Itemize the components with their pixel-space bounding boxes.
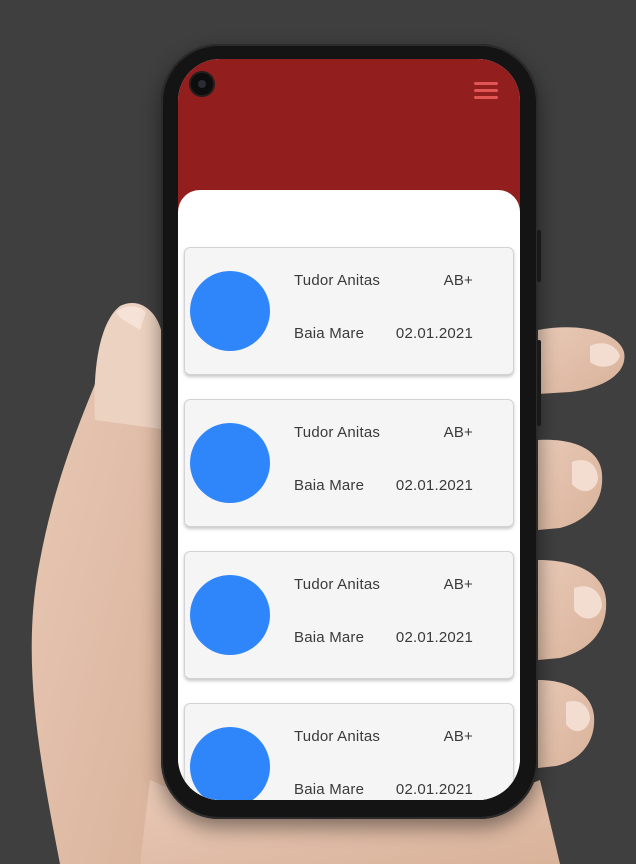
donor-name: Tudor Anitas (294, 424, 381, 441)
donor-card[interactable]: Tudor Anitas AB+ Baia Mare 02.01.2021 (184, 247, 514, 375)
power-button (537, 340, 541, 426)
donation-date: 02.01.2021 (395, 325, 473, 342)
camera-icon (191, 73, 213, 95)
donor-name: Tudor Anitas (294, 576, 381, 593)
donor-city: Baia Mare (294, 629, 365, 646)
blood-type: AB+ (443, 728, 473, 745)
donor-card[interactable]: Tudor Anitas AB+ Baia Mare 02.01.2021 (184, 703, 514, 800)
donor-city: Baia Mare (294, 325, 365, 342)
volume-button (537, 230, 541, 282)
avatar (190, 727, 270, 800)
phone-frame: Tudor Anitas AB+ Baia Mare 02.01.2021 Tu… (161, 44, 541, 819)
blood-type: AB+ (443, 424, 473, 441)
donor-name: Tudor Anitas (294, 728, 381, 745)
avatar (190, 423, 270, 503)
blood-type: AB+ (443, 576, 473, 593)
hamburger-menu-icon[interactable] (472, 79, 502, 103)
blood-type: AB+ (443, 272, 473, 289)
donor-list: Tudor Anitas AB+ Baia Mare 02.01.2021 Tu… (184, 247, 514, 800)
donor-card[interactable]: Tudor Anitas AB+ Baia Mare 02.01.2021 (184, 551, 514, 679)
app-screen: Tudor Anitas AB+ Baia Mare 02.01.2021 Tu… (178, 59, 520, 800)
donation-date: 02.01.2021 (395, 781, 473, 798)
avatar (190, 575, 270, 655)
content-sheet: Tudor Anitas AB+ Baia Mare 02.01.2021 Tu… (178, 190, 520, 800)
donor-card[interactable]: Tudor Anitas AB+ Baia Mare 02.01.2021 (184, 399, 514, 527)
donor-name: Tudor Anitas (294, 272, 381, 289)
donor-city: Baia Mare (294, 781, 365, 798)
avatar (190, 271, 270, 351)
donor-city: Baia Mare (294, 477, 365, 494)
donation-date: 02.01.2021 (395, 629, 473, 646)
donation-date: 02.01.2021 (395, 477, 473, 494)
